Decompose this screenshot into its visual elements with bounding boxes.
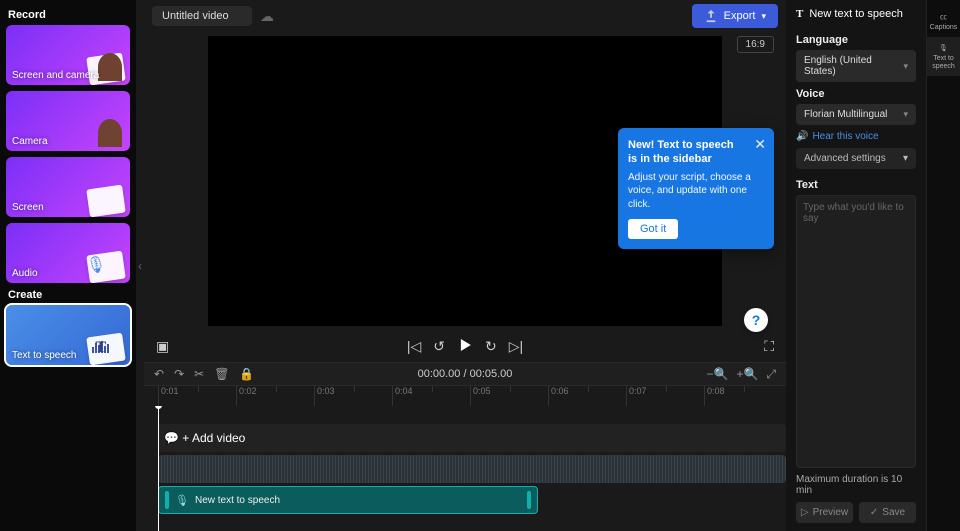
video-track[interactable]: 💬 + Add video bbox=[158, 424, 786, 452]
undo-icon[interactable]: ↶ bbox=[154, 367, 164, 381]
captions-icon: ㏄ bbox=[940, 14, 947, 22]
upload-icon bbox=[704, 9, 718, 23]
skip-back-icon[interactable]: |◁ bbox=[407, 338, 421, 355]
card-label: Text to speech bbox=[12, 350, 76, 361]
card-screen[interactable]: ↖ Screen bbox=[6, 157, 130, 217]
redo-icon[interactable]: ↷ bbox=[174, 367, 184, 381]
cut-icon[interactable]: ✂ bbox=[194, 367, 204, 381]
hear-voice-link[interactable]: 🔊Hear this voice bbox=[796, 131, 916, 142]
create-section-title: Create bbox=[8, 289, 130, 301]
save-button[interactable]: ✓Save bbox=[859, 502, 916, 523]
add-video-label: 💬 + Add video bbox=[164, 431, 245, 445]
voice-label: Voice bbox=[796, 88, 916, 100]
language-label: Language bbox=[796, 34, 916, 46]
zoom-out-icon[interactable]: −🔍 bbox=[706, 367, 728, 381]
ruler-tick: 0:05 bbox=[470, 386, 548, 406]
ruler-tick: 0:04 bbox=[392, 386, 470, 406]
cursor-icon: ↖ bbox=[95, 186, 110, 207]
mic-icon: 🎙 bbox=[175, 494, 189, 507]
card-thumb: 🎙 bbox=[78, 245, 124, 281]
advanced-settings-toggle[interactable]: Advanced settings▾ bbox=[796, 148, 916, 169]
tts-text-input[interactable] bbox=[796, 195, 916, 468]
mic-icon: 🎙 bbox=[939, 45, 948, 53]
card-thumb: T bbox=[78, 327, 124, 363]
collapse-left-panel[interactable] bbox=[136, 0, 144, 531]
panel-title: T New text to speech bbox=[796, 8, 916, 20]
seek-fwd-icon[interactable]: ↻ bbox=[485, 338, 497, 355]
card-label: Camera bbox=[12, 136, 48, 147]
ruler-tick: 0:06 bbox=[548, 386, 626, 406]
seek-back-icon[interactable]: ↺ bbox=[433, 338, 445, 355]
clip-handle-right[interactable] bbox=[527, 491, 531, 509]
max-duration-note: Maximum duration is 10 min bbox=[796, 474, 916, 496]
timeline-ruler[interactable]: 0:010:020:030:040:050:060:070:08 bbox=[144, 386, 786, 406]
card-thumb bbox=[78, 113, 124, 149]
tts-tab[interactable]: 🎙 Text to speech bbox=[927, 37, 960, 76]
card-screen-and-camera[interactable]: Screen and camera bbox=[6, 25, 130, 85]
timeline-tracks[interactable]: 💬 + Add video 🎙 New text to speech bbox=[144, 406, 786, 531]
card-text-to-speech[interactable]: T Text to speech bbox=[6, 305, 130, 365]
text-icon: T bbox=[796, 8, 803, 20]
preview-button[interactable]: ▷Preview bbox=[796, 502, 853, 523]
text-icon: T bbox=[95, 339, 106, 357]
chevron-down-icon: ▾ bbox=[761, 11, 766, 22]
crop-icon[interactable]: ▣ bbox=[156, 338, 169, 355]
language-select[interactable]: English (United States)▾ bbox=[796, 50, 916, 82]
popover-gotit-button[interactable]: Got it bbox=[628, 219, 678, 239]
video-title-input[interactable] bbox=[152, 6, 252, 26]
ruler-tick: 0:01 bbox=[158, 386, 236, 406]
aspect-ratio-selector[interactable]: 16:9 bbox=[737, 36, 774, 53]
card-label: Screen bbox=[12, 202, 44, 213]
export-label: Export bbox=[724, 10, 756, 22]
play-button[interactable] bbox=[457, 337, 473, 356]
question-icon: ? bbox=[752, 312, 761, 328]
delete-icon[interactable]: 🗑 bbox=[214, 367, 229, 381]
tts-popover: ✕ New! Text to speech is in the sidebar … bbox=[618, 128, 774, 249]
export-button[interactable]: Export ▾ bbox=[692, 4, 778, 28]
ruler-tick: 0:07 bbox=[626, 386, 704, 406]
card-audio[interactable]: 🎙 Audio bbox=[6, 223, 130, 283]
help-button[interactable]: ? bbox=[744, 308, 768, 332]
tts-clip[interactable]: 🎙 New text to speech bbox=[158, 486, 538, 514]
captions-tab[interactable]: ㏄ Captions bbox=[927, 6, 960, 37]
zoom-in-icon[interactable]: +🔍 bbox=[736, 367, 758, 381]
clip-handle-left[interactable] bbox=[165, 491, 169, 509]
fullscreen-icon[interactable]: ⛶ bbox=[764, 338, 774, 355]
ruler-tick: 0:08 bbox=[704, 386, 782, 406]
popover-title: New! Text to speech is in the sidebar bbox=[628, 138, 764, 167]
check-icon: ✓ bbox=[870, 507, 878, 518]
cloud-sync-icon: ☁ bbox=[260, 8, 274, 25]
lock-icon[interactable]: 🔒 bbox=[239, 367, 254, 381]
chevron-down-icon: ▾ bbox=[903, 109, 908, 120]
ruler-tick: 0:02 bbox=[236, 386, 314, 406]
card-camera[interactable]: Camera bbox=[6, 91, 130, 151]
ruler-tick: 0:03 bbox=[314, 386, 392, 406]
close-icon[interactable]: ✕ bbox=[754, 136, 766, 153]
playhead[interactable] bbox=[158, 406, 159, 531]
popover-desc: Adjust your script, choose a voice, and … bbox=[628, 171, 764, 212]
audio-track[interactable] bbox=[158, 455, 786, 483]
card-label: Audio bbox=[12, 268, 38, 279]
play-icon: ▷ bbox=[801, 507, 809, 518]
card-thumb: ↖ bbox=[78, 179, 124, 215]
time-display: 00:00.00 / 00:05.00 bbox=[418, 368, 513, 380]
voice-select[interactable]: Florian Multilingual▾ bbox=[796, 104, 916, 125]
chevron-down-icon: ▾ bbox=[903, 61, 908, 72]
text-label: Text bbox=[796, 179, 916, 191]
speaker-icon: 🔊 bbox=[796, 131, 808, 142]
card-label: Screen and camera bbox=[12, 70, 99, 81]
mic-icon: 🎙 bbox=[86, 255, 106, 275]
clip-label: New text to speech bbox=[195, 495, 280, 506]
record-section-title: Record bbox=[8, 9, 130, 21]
chevron-down-icon: ▾ bbox=[903, 153, 908, 164]
skip-fwd-icon[interactable]: ▷| bbox=[509, 338, 523, 355]
fit-icon[interactable]: ⤢ bbox=[766, 367, 776, 382]
